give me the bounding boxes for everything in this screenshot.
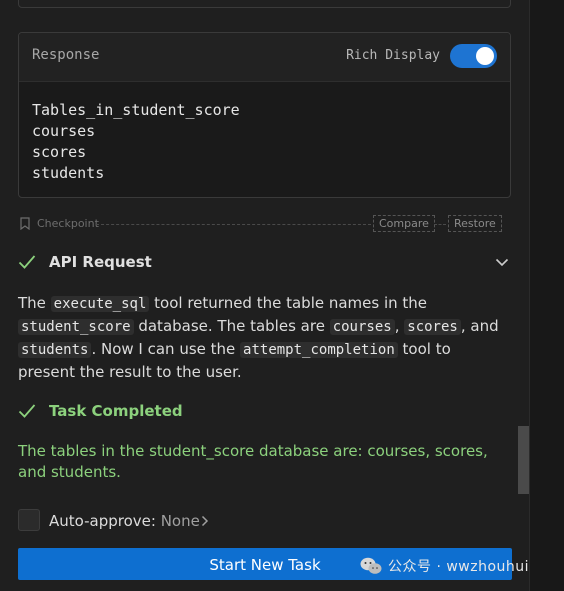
api-request-title: API Request	[49, 253, 152, 271]
inline-code: students	[18, 342, 92, 358]
message-text: database. The tables are	[133, 317, 330, 335]
previous-message-box	[18, 0, 511, 8]
chat-panel: Response Rich Display Tables_in_student_…	[0, 0, 564, 591]
check-icon	[18, 255, 36, 269]
response-title: Response	[32, 47, 100, 63]
task-completed-header: Task Completed	[18, 399, 511, 423]
bookmark-icon	[20, 217, 30, 230]
task-result-text: The tables in the student_score database…	[18, 442, 488, 481]
message-text: , and	[460, 317, 499, 335]
toggle-knob	[476, 47, 494, 65]
checkpoint-divider	[96, 224, 371, 225]
assistant-message: The execute_sql tool returned the table …	[18, 292, 508, 383]
output-line: Tables_in_student_score	[32, 101, 240, 119]
checkpoint-row: Checkpoint Compare Restore	[18, 214, 511, 234]
response-panel: Response Rich Display Tables_in_student_…	[18, 32, 511, 198]
check-icon	[18, 404, 36, 418]
compare-button[interactable]: Compare	[373, 215, 435, 232]
rich-display-toggle[interactable]	[450, 44, 497, 68]
response-output: Tables_in_student_score courses scores s…	[32, 100, 240, 184]
rich-display-label: Rich Display	[346, 48, 440, 63]
task-completed-title: Task Completed	[49, 402, 183, 420]
inline-code: attempt_completion	[240, 342, 398, 358]
output-line: scores	[32, 143, 87, 161]
wechat-icon	[360, 557, 382, 574]
inline-code: courses	[329, 319, 395, 335]
chevron-right-icon[interactable]	[200, 515, 210, 527]
auto-approve-label[interactable]: Auto-approve: None	[49, 512, 200, 530]
message-text: ,	[394, 317, 405, 335]
api-request-header[interactable]: API Request	[18, 250, 511, 274]
output-line: students	[32, 164, 105, 182]
checkpoint-label: Checkpoint	[37, 217, 99, 230]
watermark-text: 公众号 · wwzhouhui	[388, 559, 530, 575]
scrollbar-thumb[interactable]	[518, 426, 529, 494]
inline-code: execute_sql	[50, 296, 150, 312]
message-text: tool returned the table names in the	[149, 294, 428, 312]
side-panel	[530, 0, 564, 591]
auto-approve-value: None	[160, 512, 200, 530]
chevron-down-icon[interactable]	[495, 255, 509, 269]
inline-code: student_score	[18, 319, 134, 335]
inline-code: scores	[404, 319, 461, 335]
output-line: courses	[32, 122, 96, 140]
checkpoint-divider	[434, 224, 446, 225]
message-text: The	[18, 294, 51, 312]
message-text: . Now I can use the	[91, 340, 241, 358]
auto-approve-checkbox[interactable]	[18, 509, 40, 531]
auto-approve-row: Auto-approve: None	[18, 509, 318, 533]
auto-approve-text: Auto-approve:	[49, 512, 161, 530]
restore-button[interactable]: Restore	[448, 215, 502, 232]
response-header: Response Rich Display	[19, 33, 510, 82]
